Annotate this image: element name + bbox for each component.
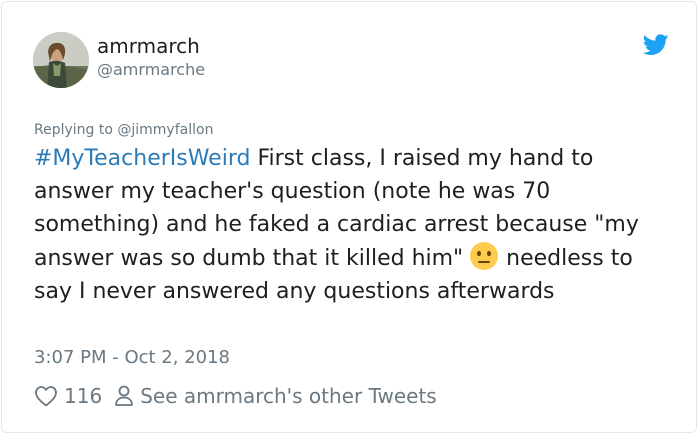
other-tweets-link[interactable]: See amrmarch's other Tweets xyxy=(140,384,437,408)
avatar[interactable] xyxy=(33,32,89,88)
replying-to[interactable]: Replying to @jimmyfallon xyxy=(34,120,213,140)
like-count[interactable]: 116 xyxy=(64,384,102,408)
tweet-card: amrmarch @amrmarche Replying to @jimmyfa… xyxy=(1,1,697,433)
neutral-face-emoji-icon xyxy=(470,242,499,270)
tweet-timestamp[interactable]: 3:07 PM - Oct 2, 2018 xyxy=(34,346,230,370)
twitter-bird-icon[interactable] xyxy=(643,34,669,56)
tweet-actions: 116 See amrmarch's other Tweets xyxy=(34,382,437,410)
author-handle[interactable]: @amrmarche xyxy=(97,59,205,81)
heart-icon[interactable] xyxy=(34,385,58,407)
hashtag-link[interactable]: #MyTeacherIsWeird xyxy=(34,146,250,171)
author-display-name[interactable]: amrmarch xyxy=(97,32,200,60)
tweet-text: #MyTeacherIsWeird First class, I raised … xyxy=(34,142,674,308)
person-icon[interactable] xyxy=(114,384,134,408)
